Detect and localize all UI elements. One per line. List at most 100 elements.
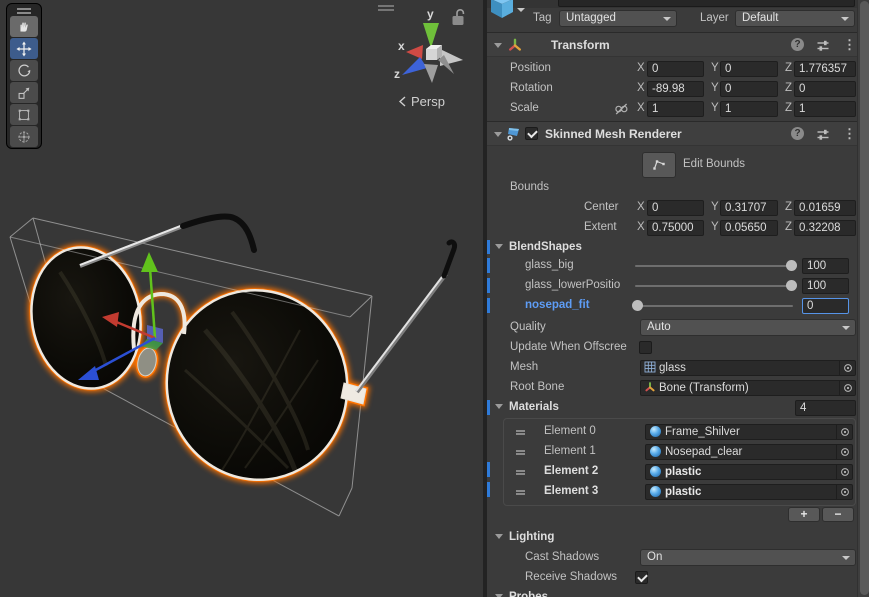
slider-handle[interactable] bbox=[786, 260, 797, 271]
material-object-field[interactable]: Frame_Shilver bbox=[645, 424, 853, 440]
position-x-field[interactable]: 0 bbox=[647, 61, 704, 77]
blendshape-slider[interactable] bbox=[635, 265, 793, 267]
blendshape-value-field[interactable]: 100 bbox=[802, 258, 849, 274]
receive-shadows-checkbox[interactable] bbox=[635, 571, 648, 584]
tag-dropdown[interactable]: Untagged bbox=[559, 10, 677, 27]
blendshape-value-field[interactable]: 100 bbox=[802, 278, 849, 294]
gizmo-neg-y-cone[interactable] bbox=[424, 64, 438, 83]
help-icon[interactable]: ? bbox=[791, 127, 804, 140]
object-picker-icon[interactable] bbox=[836, 445, 852, 459]
quality-dropdown[interactable]: Auto bbox=[640, 319, 856, 336]
more-menu-icon[interactable]: ⋮ bbox=[843, 38, 856, 52]
slider-handle[interactable] bbox=[786, 280, 797, 291]
unlinked-scale-icon[interactable] bbox=[614, 103, 629, 115]
extent-z-field[interactable]: 0.32208 bbox=[794, 220, 856, 236]
gizmo-cube[interactable] bbox=[426, 49, 437, 60]
object-picker-icon[interactable] bbox=[839, 381, 855, 395]
blendshape-slider[interactable] bbox=[635, 285, 793, 287]
slider-handle[interactable] bbox=[632, 300, 643, 311]
layer-dropdown[interactable]: Default bbox=[735, 10, 855, 27]
foldout-icon[interactable] bbox=[494, 132, 502, 137]
x-axis-label: X bbox=[637, 102, 645, 114]
gizmo-x-label[interactable]: x bbox=[398, 39, 405, 53]
chevron-down-icon bbox=[842, 556, 850, 560]
transform-header[interactable]: Transform ? ⋮ bbox=[487, 32, 859, 57]
update-when-offscreen-checkbox[interactable] bbox=[639, 341, 652, 354]
rect-tool-button[interactable] bbox=[10, 104, 38, 125]
gizmo-z-label[interactable]: z bbox=[394, 67, 400, 81]
lock-icon[interactable] bbox=[452, 9, 465, 25]
gizmo-x-cone[interactable] bbox=[406, 45, 423, 59]
rotation-x-field[interactable]: -89.98 bbox=[647, 81, 704, 97]
scale-tool-button[interactable] bbox=[10, 82, 38, 103]
presets-icon[interactable] bbox=[816, 128, 830, 141]
overlay-drag-handle[interactable] bbox=[378, 5, 394, 11]
add-element-button[interactable]: + bbox=[788, 507, 820, 522]
object-picker-icon[interactable] bbox=[839, 361, 855, 375]
extent-x-field[interactable]: 0.75000 bbox=[647, 220, 704, 236]
overlay-drag-handle[interactable] bbox=[10, 6, 38, 15]
scale-y-field[interactable]: 1 bbox=[720, 101, 778, 117]
drag-handle-icon[interactable] bbox=[516, 450, 525, 452]
rotation-y-field[interactable]: 0 bbox=[720, 81, 778, 97]
object-picker-icon[interactable] bbox=[836, 485, 852, 499]
scale-label: Scale bbox=[510, 102, 539, 114]
material-object-field[interactable]: Nosepad_clear bbox=[645, 444, 853, 460]
center-x-field[interactable]: 0 bbox=[647, 200, 704, 216]
move-tool-button[interactable] bbox=[10, 38, 38, 59]
remove-element-button[interactable]: − bbox=[822, 507, 854, 522]
scale-x-field[interactable]: 1 bbox=[647, 101, 704, 117]
scale-z-field[interactable]: 1 bbox=[794, 101, 856, 117]
blendshape-slider[interactable] bbox=[635, 305, 793, 307]
position-z-field[interactable]: 1.776357 bbox=[794, 61, 856, 77]
edit-bounds-button[interactable] bbox=[642, 152, 676, 178]
object-picker-icon[interactable] bbox=[836, 425, 852, 439]
blendshape-name: glass_big bbox=[525, 259, 574, 271]
scrollbar-thumb[interactable] bbox=[860, 1, 869, 595]
glasses-model[interactable] bbox=[9, 213, 457, 497]
drag-handle-icon[interactable] bbox=[516, 490, 525, 492]
mesh-object-field[interactable]: glass bbox=[640, 360, 856, 376]
component-title: Skinned Mesh Renderer bbox=[545, 127, 682, 141]
gizmo-y-label[interactable]: y bbox=[427, 7, 434, 21]
foldout-icon[interactable] bbox=[495, 534, 503, 539]
position-y-field[interactable]: 0 bbox=[720, 61, 778, 77]
hand-tool-button[interactable] bbox=[10, 16, 38, 37]
center-y-field[interactable]: 0.31707 bbox=[720, 200, 778, 216]
transform-tool-button[interactable] bbox=[10, 126, 38, 147]
scene-view[interactable]: y x z Persp bbox=[0, 0, 483, 597]
rotation-z-field[interactable]: 0 bbox=[794, 81, 856, 97]
materials-count-field[interactable]: 4 bbox=[795, 400, 856, 416]
material-object-field[interactable]: plastic bbox=[645, 464, 853, 480]
gameobject-name-field[interactable] bbox=[558, 0, 855, 7]
extent-y-field[interactable]: 0.05650 bbox=[720, 220, 778, 236]
skinned-mesh-renderer-header[interactable]: Skinned Mesh Renderer ? ⋮ bbox=[487, 121, 859, 146]
material-object-field[interactable]: plastic bbox=[645, 484, 853, 500]
root-bone-object-field[interactable]: Bone (Transform) bbox=[640, 380, 856, 396]
perspective-toggle[interactable]: Persp bbox=[398, 92, 478, 110]
help-icon[interactable]: ? bbox=[791, 38, 804, 51]
scene-orientation-gizmo[interactable]: y x z bbox=[368, 2, 478, 94]
foldout-icon[interactable] bbox=[494, 43, 502, 48]
drag-handle-icon[interactable] bbox=[516, 470, 525, 472]
y-axis-label: Y bbox=[711, 102, 719, 114]
object-picker-icon[interactable] bbox=[836, 465, 852, 479]
gizmo-y-cone[interactable] bbox=[423, 23, 439, 48]
rotate-tool-button[interactable] bbox=[10, 60, 38, 81]
drag-handle-icon[interactable] bbox=[516, 430, 525, 432]
presets-icon[interactable] bbox=[816, 39, 830, 52]
foldout-icon[interactable] bbox=[495, 244, 503, 249]
center-z-field[interactable]: 0.01659 bbox=[794, 200, 856, 216]
cast-shadows-dropdown[interactable]: On bbox=[640, 549, 856, 566]
materials-foldout-row[interactable]: Materials 4 bbox=[487, 398, 859, 418]
component-enabled-checkbox[interactable] bbox=[525, 127, 538, 140]
more-menu-icon[interactable]: ⋮ bbox=[843, 127, 856, 141]
foldout-icon[interactable] bbox=[495, 404, 503, 409]
quality-row: Quality Auto bbox=[487, 318, 859, 338]
blendshapes-foldout-row[interactable]: BlendShapes bbox=[487, 238, 859, 258]
blendshape-value-field[interactable]: 0 bbox=[802, 298, 849, 314]
lighting-foldout-row[interactable]: Lighting bbox=[487, 528, 859, 548]
gizmo-z-cone[interactable] bbox=[402, 57, 427, 75]
inspector-scrollbar[interactable] bbox=[857, 0, 869, 597]
probes-foldout-row[interactable]: Probes bbox=[487, 588, 859, 597]
